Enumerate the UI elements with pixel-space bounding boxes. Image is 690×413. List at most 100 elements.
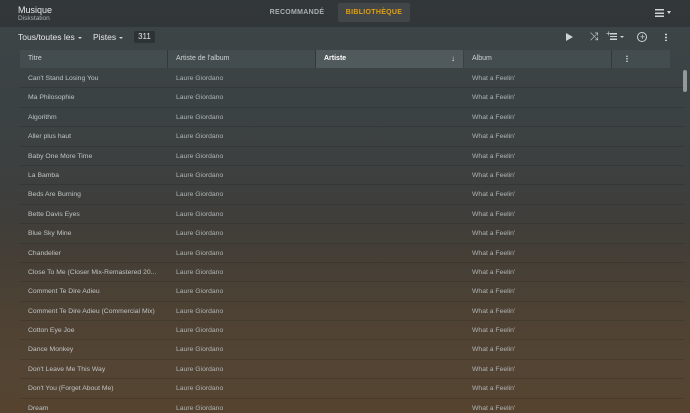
table-row[interactable]: Close To Me (Closer Mix-Remastered 20...… — [20, 263, 684, 283]
server-name[interactable]: Diskstation — [18, 15, 50, 23]
track-album: What a Feelin' — [472, 94, 516, 102]
type-dropdown[interactable]: Pistes — [93, 31, 124, 43]
chevron-down-icon — [77, 36, 82, 39]
table-header: Titre Artiste de l'album Artiste ↓ Album — [20, 50, 670, 68]
track-title[interactable]: Dream — [28, 399, 158, 413]
track-album-artist: Laure Giordano — [176, 191, 224, 199]
column-header-album-artist[interactable]: Artiste de l'album — [168, 50, 316, 68]
track-album-artist: Laure Giordano — [176, 288, 224, 296]
track-title[interactable]: Don't You (Forget About Me) — [28, 379, 158, 398]
track-title[interactable]: Ma Philosophie — [28, 88, 158, 107]
add-icon[interactable] — [635, 30, 649, 44]
chevron-down-icon — [620, 36, 624, 38]
table-row[interactable]: Dance Monkey Laure Giordano What a Feelin' — [20, 340, 684, 360]
tab-recommended[interactable]: RECOMMANDÉ — [258, 3, 336, 22]
type-label: Pistes — [93, 32, 117, 42]
track-title[interactable]: Dance Monkey — [28, 340, 158, 359]
track-album-artist: Laure Giordano — [176, 171, 224, 179]
track-title[interactable]: Chandelier — [28, 244, 158, 263]
track-title[interactable]: Comment Te Dire Adieu — [28, 282, 158, 301]
table-row[interactable]: Chandelier Laure Giordano What a Feelin' — [20, 244, 684, 263]
track-album: What a Feelin' — [472, 268, 516, 276]
track-title[interactable]: Comment Te Dire Adieu (Commercial Mix) — [28, 302, 158, 321]
track-album-artist: Laure Giordano — [176, 94, 224, 102]
tab-library[interactable]: BIBLIOTHÈQUE — [338, 3, 410, 22]
list-icon — [655, 9, 664, 17]
track-album-artist: Laure Giordano — [176, 365, 224, 373]
track-title[interactable]: Close To Me (Closer Mix-Remastered 20... — [28, 263, 158, 282]
track-album: What a Feelin' — [472, 191, 516, 199]
track-album: What a Feelin' — [472, 385, 516, 393]
track-title[interactable]: Don't Leave Me This Way — [28, 360, 158, 379]
more-icon[interactable] — [659, 30, 673, 44]
track-album-artist: Laure Giordano — [176, 346, 224, 354]
column-header-title[interactable]: Titre — [20, 50, 168, 68]
track-album: What a Feelin' — [472, 113, 516, 121]
table-row[interactable]: Comment Te Dire Adieu (Commercial Mix) La… — [20, 302, 684, 322]
table-row[interactable]: Can't Stand Losing You Laure Giordano What… — [20, 69, 684, 89]
sort-descending-icon: ↓ — [451, 54, 455, 63]
track-album-artist: Laure Giordano — [176, 230, 224, 238]
table-row[interactable]: Don't You (Forget About Me) Laure Giordan… — [20, 379, 684, 399]
view-menu-button[interactable] — [655, 8, 673, 20]
table-row[interactable]: Baby One More Time Laure Giordano What a F… — [20, 147, 684, 166]
queue-lines-icon — [610, 33, 617, 40]
track-album: What a Feelin' — [472, 75, 516, 82]
track-album: What a Feelin' — [472, 307, 516, 315]
track-title[interactable]: Algorithm — [28, 108, 158, 127]
track-album-artist: Laure Giordano — [176, 385, 224, 393]
track-title[interactable]: La Bamba — [28, 166, 158, 185]
track-title[interactable]: Bette Davis Eyes — [28, 205, 158, 224]
filter-label: Tous/toutes les — [18, 32, 75, 42]
track-album-artist: Laure Giordano — [176, 307, 224, 315]
play-icon[interactable] — [563, 30, 577, 44]
chevron-down-icon — [667, 11, 671, 14]
header-spacer — [642, 50, 670, 68]
table-row[interactable]: Comment Te Dire Adieu Laure Giordano What … — [20, 282, 684, 302]
table-row[interactable]: Algorithm Laure Giordano What a Feelin' — [20, 108, 684, 128]
top-bar: Musique Diskstation RECOMMANDÉ BIBLIOTHÈ… — [0, 0, 690, 27]
table-row[interactable]: Aller plus haut Laure Giordano What a Feel… — [20, 127, 684, 147]
table-row[interactable]: Bette Davis Eyes Laure Giordano What a Fee… — [20, 205, 684, 225]
scrollbar-thumb[interactable] — [683, 70, 687, 92]
table-row[interactable]: La Bamba Laure Giordano What a Feelin' — [20, 166, 684, 186]
track-album-artist: Laure Giordano — [176, 210, 224, 218]
add-to-queue-icon[interactable]: + — [606, 30, 626, 44]
track-album-artist: Laure Giordano — [176, 152, 224, 160]
track-album: What a Feelin' — [472, 210, 516, 218]
track-album: What a Feelin' — [472, 133, 516, 141]
track-album: What a Feelin' — [472, 171, 516, 179]
track-album: What a Feelin' — [472, 346, 516, 354]
track-album-artist: Laure Giordano — [176, 268, 224, 276]
table-row[interactable]: Blue Sky Mine Laure Giordano What a Feelin… — [20, 224, 684, 244]
column-header-artist-label: Artiste — [324, 55, 347, 62]
table-row[interactable]: Ma Philosophie Laure Giordano What a Feeli… — [20, 88, 684, 108]
app-title: Musique — [18, 5, 53, 15]
table-row[interactable]: Cotton Eye Joe Laure Giordano What a Feeli… — [20, 321, 684, 341]
item-count-badge: 311 — [134, 31, 155, 43]
track-title[interactable]: Blue Sky Mine — [28, 224, 158, 243]
track-album: What a Feelin' — [472, 327, 516, 335]
column-header-artist[interactable]: Artiste ↓ — [316, 50, 464, 68]
shuffle-icon[interactable]: ⤨ — [587, 30, 601, 44]
more-vertical-icon — [626, 54, 628, 62]
track-title[interactable]: Baby One More Time — [28, 147, 158, 166]
table-row[interactable]: Dream Laure Giordano What a Feelin' — [20, 399, 684, 413]
track-album: What a Feelin' — [472, 230, 516, 238]
track-title[interactable]: Aller plus haut — [28, 127, 158, 146]
track-album-artist: Laure Giordano — [176, 133, 224, 141]
track-album: What a Feelin' — [472, 288, 516, 296]
column-header-album[interactable]: Album — [464, 50, 612, 68]
track-album-artist: Laure Giordano — [176, 113, 224, 121]
column-options-button[interactable] — [612, 50, 642, 68]
table-row[interactable]: Don't Leave Me This Way Laure Giordano Wha… — [20, 360, 684, 380]
table-row[interactable]: Beds Are Burning Laure Giordano What a Fee… — [20, 185, 684, 205]
scrollbar[interactable] — [683, 70, 687, 413]
track-album-artist: Laure Giordano — [176, 249, 224, 257]
track-title[interactable]: Beds Are Burning — [28, 185, 158, 204]
track-album-artist: Laure Giordano — [176, 327, 224, 335]
filter-dropdown[interactable]: Tous/toutes les — [18, 31, 82, 43]
track-title[interactable]: Cotton Eye Joe — [28, 321, 158, 340]
track-title[interactable]: Can't Stand Losing You — [28, 69, 158, 88]
track-album: What a Feelin' — [472, 152, 516, 160]
